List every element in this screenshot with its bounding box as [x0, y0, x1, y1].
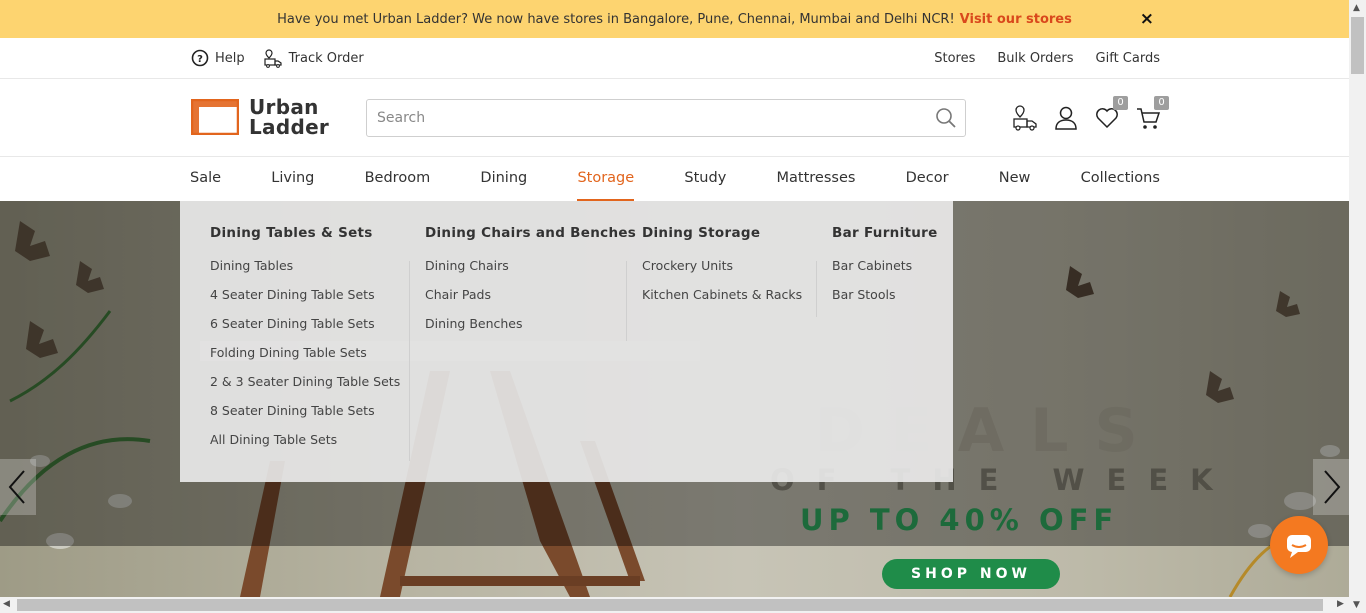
nav-item-sale[interactable]: Sale [190, 157, 221, 201]
menu-item[interactable]: Dining Benches [425, 316, 636, 345]
chat-widget-button[interactable] [1270, 516, 1328, 574]
menu-heading[interactable]: Bar Furniture [832, 225, 938, 241]
menu-item[interactable]: Bar Cabinets [832, 258, 938, 287]
wishlist-button[interactable]: 0 [1094, 96, 1128, 132]
vertical-scrollbar-thumb[interactable] [1351, 17, 1364, 74]
nav-item-decor[interactable]: Decor [906, 157, 949, 201]
nav-item-new[interactable]: New [999, 157, 1031, 201]
utility-bar: ? Help Track Order Stores Bulk Orders Gi… [0, 38, 1349, 79]
user-icon [1055, 106, 1077, 130]
nav-item-study[interactable]: Study [684, 157, 726, 201]
logo-line1: Urban [249, 95, 319, 119]
help-label: Help [215, 50, 245, 66]
account-button[interactable] [1053, 104, 1079, 132]
nav-item-bedroom[interactable]: Bedroom [365, 157, 431, 201]
menu-item[interactable]: Crockery Units [642, 258, 802, 287]
carousel-prev-button[interactable] [0, 459, 36, 515]
menu-divider [626, 261, 627, 341]
site-header: Urban Ladder 0 0 [0, 79, 1349, 157]
visit-stores-link[interactable]: Visit our stores [960, 12, 1072, 27]
search-input[interactable] [367, 100, 927, 136]
menu-item[interactable]: Dining Tables [210, 258, 400, 287]
close-icon[interactable]: × [1140, 9, 1154, 29]
scroll-right-arrow-icon[interactable]: ▶ [1337, 599, 1344, 609]
vertical-scrollbar[interactable]: ▲ ▼ [1349, 0, 1366, 613]
main-nav: Sale Living Bedroom Dining Storage Study… [0, 157, 1349, 201]
help-icon: ? [191, 49, 209, 67]
shop-now-button[interactable]: SHOP NOW [882, 559, 1060, 589]
menu-item[interactable]: 4 Seater Dining Table Sets [210, 287, 400, 316]
menu-column-bar-furniture: Bar Furniture Bar Cabinets Bar Stools [832, 225, 938, 316]
delivery-truck-icon [1013, 105, 1037, 131]
nav-item-storage[interactable]: Storage [577, 157, 634, 201]
menu-column-dining-tables: Dining Tables & Sets Dining Tables 4 Sea… [210, 225, 400, 461]
menu-divider [409, 261, 410, 461]
carousel-next-button[interactable] [1313, 459, 1349, 515]
menu-item[interactable]: Bar Stools [832, 287, 938, 316]
search-icon[interactable] [935, 107, 957, 129]
menu-column-dining-chairs: Dining Chairs and Benches Dining Chairs … [425, 225, 636, 345]
menu-item[interactable]: Kitchen Cabinets & Racks [642, 287, 802, 316]
nav-item-living[interactable]: Living [271, 157, 314, 201]
cart-count-badge: 0 [1154, 96, 1169, 110]
track-order-label: Track Order [288, 50, 364, 66]
menu-item[interactable]: 2 & 3 Seater Dining Table Sets [210, 374, 400, 403]
announcement-bar: Have you met Urban Ladder? We now have s… [0, 0, 1349, 38]
menu-item[interactable]: Chair Pads [425, 287, 636, 316]
announcement-text: Have you met Urban Ladder? We now have s… [277, 11, 955, 27]
scroll-up-arrow-icon[interactable]: ▲ [1353, 3, 1360, 13]
menu-heading[interactable]: Dining Storage [642, 225, 802, 241]
gift-cards-link[interactable]: Gift Cards [1096, 51, 1160, 66]
svg-text:?: ? [197, 54, 203, 65]
track-order-link[interactable]: Track Order [263, 48, 364, 68]
menu-column-dining-storage: Dining Storage Crockery Units Kitchen Ca… [642, 225, 802, 316]
chat-icon [1287, 535, 1311, 558]
nav-item-dining[interactable]: Dining [480, 157, 527, 201]
menu-divider [816, 261, 817, 317]
truck-icon [264, 49, 282, 68]
nav-item-collections[interactable]: Collections [1081, 157, 1160, 201]
logo-mark-icon [191, 99, 239, 135]
menu-item[interactable]: All Dining Table Sets [210, 432, 400, 461]
menu-heading[interactable]: Dining Chairs and Benches [425, 225, 636, 241]
nav-item-mattresses[interactable]: Mattresses [777, 157, 856, 201]
chevron-left-icon [8, 470, 25, 504]
menu-item[interactable]: Folding Dining Table Sets [210, 345, 400, 374]
delivery-truck-button[interactable] [1012, 104, 1038, 132]
scroll-left-arrow-icon[interactable]: ◀ [3, 599, 10, 609]
menu-item[interactable]: 6 Seater Dining Table Sets [210, 316, 400, 345]
dining-mega-menu: Dining Tables & Sets Dining Tables 4 Sea… [180, 201, 953, 482]
menu-item[interactable]: Dining Chairs [425, 258, 636, 287]
stores-link[interactable]: Stores [934, 51, 975, 66]
logo-line2: Ladder [249, 115, 330, 139]
hero-discount-text: UP TO 40% OFF [800, 503, 1119, 537]
horizontal-scrollbar[interactable]: ◀ ▶ [0, 597, 1349, 613]
wishlist-count-badge: 0 [1113, 96, 1128, 110]
help-link[interactable]: ? Help [191, 49, 245, 67]
cart-button[interactable]: 0 [1135, 96, 1169, 132]
horizontal-scrollbar-thumb[interactable] [17, 599, 1323, 611]
scroll-down-arrow-icon[interactable]: ▼ [1353, 600, 1360, 610]
bulk-orders-link[interactable]: Bulk Orders [997, 51, 1073, 66]
logo[interactable]: Urban Ladder [191, 97, 329, 137]
menu-heading[interactable]: Dining Tables & Sets [210, 225, 400, 241]
menu-item[interactable]: 8 Seater Dining Table Sets [210, 403, 400, 432]
search-box [366, 99, 966, 137]
chevron-right-icon [1324, 470, 1341, 504]
